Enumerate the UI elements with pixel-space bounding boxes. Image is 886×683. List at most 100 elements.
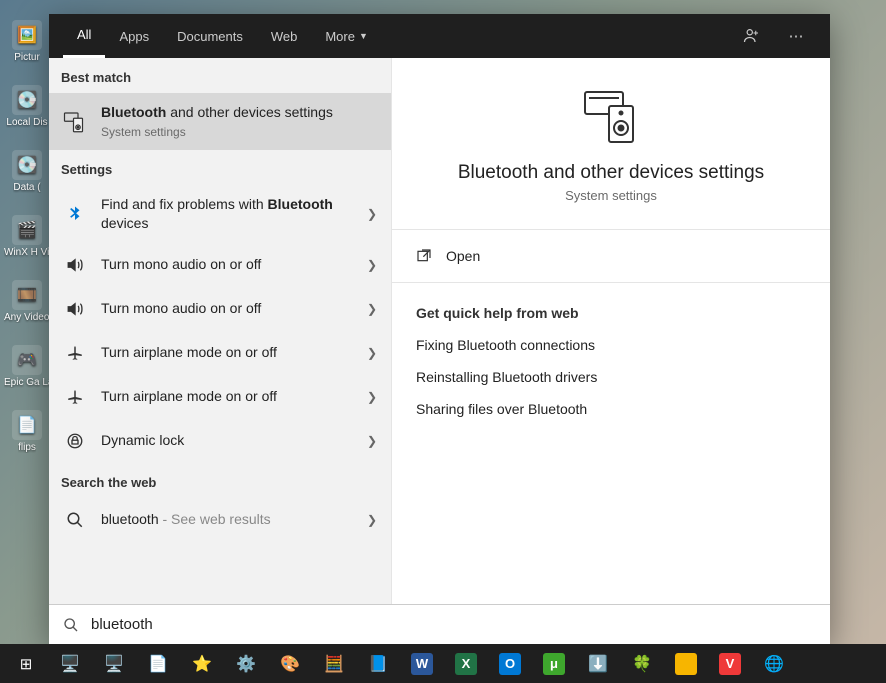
taskbar-excel[interactable]: X	[444, 644, 488, 683]
desktop-icon[interactable]: 🎬 WinX H Video (	[6, 215, 48, 258]
icon-label: Pictur	[14, 52, 40, 63]
plane-icon	[63, 385, 87, 409]
desktop-icon[interactable]: 📄flips	[6, 410, 48, 453]
tab-more[interactable]: More ▼	[311, 14, 382, 58]
desktop-icon[interactable]: 🎮 Epic Ga Launch	[6, 345, 48, 388]
account-icon[interactable]	[732, 14, 772, 58]
app-icon: ⊞	[20, 655, 33, 673]
more-options-icon[interactable]: ⋯	[776, 14, 816, 58]
tab-web[interactable]: Web	[257, 14, 312, 58]
snd-icon	[63, 253, 87, 277]
taskbar-edge[interactable]: 🌐	[752, 644, 796, 683]
search-topbar: All Apps Documents Web More ▼ ⋯	[49, 14, 830, 58]
taskbar-idm[interactable]: ⬇️	[576, 644, 620, 683]
taskbar-explorer[interactable]: 📄	[136, 644, 180, 683]
search-bar[interactable]	[49, 604, 830, 644]
open-action[interactable]: Open	[392, 238, 830, 274]
taskbar-app-2[interactable]	[664, 644, 708, 683]
taskbar-desktop-peek[interactable]: 🖥️	[48, 644, 92, 683]
app-icon: O	[499, 653, 521, 675]
tab-label: Apps	[119, 29, 149, 44]
search-input[interactable]	[91, 616, 816, 633]
chevron-down-icon: ▼	[359, 31, 368, 41]
desktop-icon[interactable]: 🖼️ Pictur	[6, 20, 48, 63]
tab-label: All	[77, 27, 91, 42]
app-icon: 🖼️	[12, 20, 42, 50]
help-link[interactable]: Reinstalling Bluetooth drivers	[392, 361, 830, 393]
hero-devices-icon	[579, 84, 643, 148]
tab-label: Web	[271, 29, 298, 44]
best-match-text: Bluetooth and other devices settings Sys…	[101, 103, 377, 140]
app-icon: μ	[543, 653, 565, 675]
taskbar-word[interactable]: W	[400, 644, 444, 683]
search-icon	[63, 617, 79, 633]
settings-result[interactable]: Dynamic lock ❯	[49, 419, 391, 463]
app-icon: 🌐	[764, 654, 784, 674]
app-icon: 🖥️	[60, 654, 80, 674]
taskbar-notes[interactable]: 📘	[356, 644, 400, 683]
taskbar-paint[interactable]: 🎨	[268, 644, 312, 683]
result-text: Turn airplane mode on or off	[101, 343, 353, 362]
tab-apps[interactable]: Apps	[105, 14, 163, 58]
app-icon: 🖥️	[104, 654, 124, 674]
taskbar-calculator[interactable]: 🧮	[312, 644, 356, 683]
app-icon: 🧮	[324, 654, 344, 674]
desktop-icon[interactable]: 🎞️ Any Video Conver	[6, 280, 48, 323]
best-match-result[interactable]: Bluetooth and other devices settings Sys…	[49, 93, 391, 150]
taskbar-utorrent[interactable]: μ	[532, 644, 576, 683]
settings-result[interactable]: Turn airplane mode on or off ❯	[49, 331, 391, 375]
icon-label: Local Dis	[6, 117, 47, 128]
result-text: Dynamic lock	[101, 431, 353, 450]
desktop-icon[interactable]: 💽Data (	[6, 150, 48, 193]
desktop-icon[interactable]: 💽 Local Dis	[6, 85, 48, 128]
result-text: Turn mono audio on or off	[101, 299, 353, 318]
result-text: Turn mono audio on or off	[101, 255, 353, 274]
bt-icon	[63, 202, 87, 226]
icon-label: Any Video Conver	[4, 312, 50, 323]
chevron-right-icon: ❯	[367, 513, 377, 527]
help-link[interactable]: Sharing files over Bluetooth	[392, 393, 830, 425]
app-icon: 🎬	[12, 215, 42, 245]
search-flyout: All Apps Documents Web More ▼ ⋯ Best match Bl…	[49, 14, 830, 644]
taskbar-outlook[interactable]: O	[488, 644, 532, 683]
taskbar-vivaldi[interactable]: V	[708, 644, 752, 683]
app-icon: 💽	[12, 85, 42, 115]
app-icon: 📘	[368, 654, 388, 674]
settings-result[interactable]: Turn mono audio on or off ❯	[49, 243, 391, 287]
tab-label: Documents	[177, 29, 243, 44]
chevron-right-icon: ❯	[367, 302, 377, 316]
help-label: Get quick help from web	[392, 291, 830, 329]
app-icon: 🎞️	[12, 280, 42, 310]
snd-icon	[63, 297, 87, 321]
web-result[interactable]: bluetooth - See web results ❯	[49, 498, 391, 542]
taskbar-favorites[interactable]: ⭐	[180, 644, 224, 683]
devices-icon	[63, 110, 87, 134]
app-icon: 💽	[12, 150, 42, 180]
settings-label: Settings	[49, 150, 391, 185]
app-icon: W	[411, 653, 433, 675]
best-match-label: Best match	[49, 58, 391, 93]
search-icon	[63, 508, 87, 532]
taskbar-app-1[interactable]: 🖥️	[92, 644, 136, 683]
app-icon: 🎮	[12, 345, 42, 375]
tab-all[interactable]: All	[63, 14, 105, 58]
taskbar-settings[interactable]: ⚙️	[224, 644, 268, 683]
icon-label: WinX H Video (	[4, 247, 50, 258]
result-text: Find and fix problems with Bluetooth dev…	[101, 195, 353, 233]
app-icon: 🍀	[632, 654, 652, 674]
detail-title: Bluetooth and other devices settings	[458, 162, 764, 184]
app-icon: 🎨	[280, 654, 300, 674]
taskbar-clover[interactable]: 🍀	[620, 644, 664, 683]
help-link[interactable]: Fixing Bluetooth connections	[392, 329, 830, 361]
tab-documents[interactable]: Documents	[163, 14, 257, 58]
app-icon: 📄	[148, 654, 168, 674]
settings-result[interactable]: Find and fix problems with Bluetooth dev…	[49, 185, 391, 243]
settings-result[interactable]: Turn mono audio on or off ❯	[49, 287, 391, 331]
app-icon: ⚙️	[236, 654, 256, 674]
settings-result[interactable]: Turn airplane mode on or off ❯	[49, 375, 391, 419]
tab-label: More	[325, 29, 355, 44]
search-web-label: Search the web	[49, 463, 391, 498]
icon-label: Epic Ga Launch	[4, 377, 50, 388]
taskbar-start[interactable]: ⊞	[4, 644, 48, 683]
app-icon: X	[455, 653, 477, 675]
